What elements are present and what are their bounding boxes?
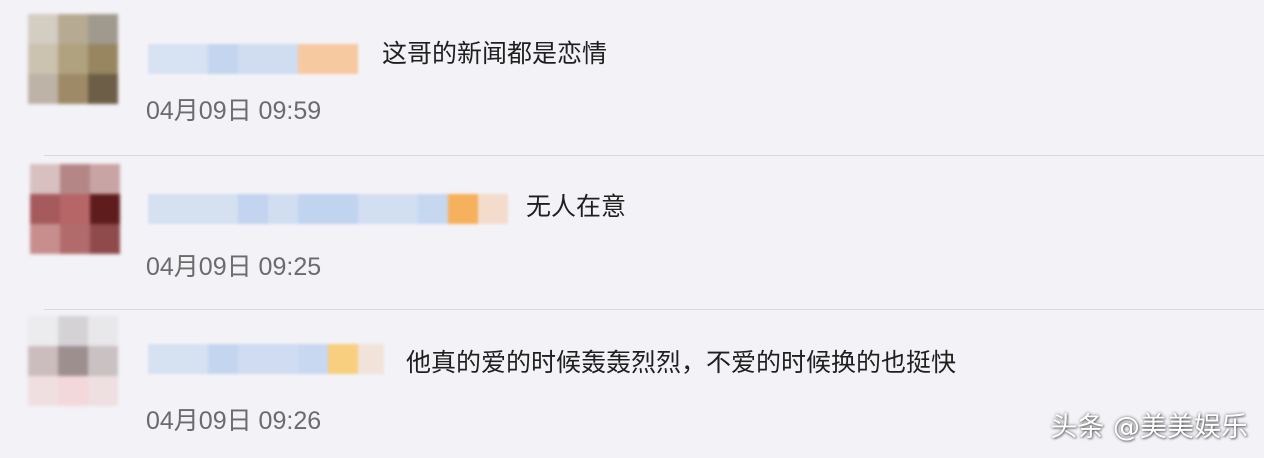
comment-text: 他真的爱的时候轰轰烈烈，不爱的时候换的也挺快 <box>406 348 957 377</box>
avatar-pixel <box>88 376 118 406</box>
avatar[interactable] <box>30 164 120 254</box>
name-blur-segment <box>478 194 508 224</box>
avatar-pixel <box>88 44 118 74</box>
name-blur-segment <box>358 194 418 224</box>
avatar-pixel <box>28 376 58 406</box>
avatar-pixel <box>90 194 120 224</box>
avatar-pixel <box>88 316 118 346</box>
avatar-pixel <box>90 164 120 194</box>
avatar-pixel <box>60 194 90 224</box>
avatar-pixel <box>58 14 88 44</box>
avatar-pixel <box>58 376 88 406</box>
avatar-pixel <box>88 346 118 376</box>
avatar-pixel <box>28 44 58 74</box>
avatar-pixel <box>28 316 58 346</box>
name-blur-segment <box>238 44 298 74</box>
name-blur-segment <box>298 44 358 74</box>
comment-timestamp: 04月09日 09:26 <box>146 407 322 435</box>
comment-text: 这哥的新闻都是恋情 <box>382 39 608 68</box>
avatar-pixel <box>58 316 88 346</box>
username-obscured[interactable] <box>148 344 384 374</box>
name-blur-segment <box>448 194 478 224</box>
username-obscured[interactable] <box>148 194 508 224</box>
avatar-pixel <box>90 224 120 254</box>
avatar-pixel <box>28 74 58 104</box>
name-blur-segment <box>148 194 238 224</box>
name-blur-segment <box>238 194 268 224</box>
name-blur-segment <box>298 194 358 224</box>
avatar[interactable] <box>28 316 118 406</box>
name-blur-segment <box>148 344 208 374</box>
comment-timestamp: 04月09日 09:25 <box>146 253 322 281</box>
comment-item: 这哥的新闻都是恋情 04月09日 09:59 <box>0 0 1264 156</box>
avatar-pixel <box>28 346 58 376</box>
avatar-pixel <box>30 164 60 194</box>
name-blur-segment <box>208 344 238 374</box>
name-blur-segment <box>238 344 298 374</box>
comment-text: 无人在意 <box>526 192 627 221</box>
avatar-pixel <box>28 14 58 44</box>
comment-timestamp: 04月09日 09:59 <box>146 97 322 125</box>
name-blur-segment <box>418 194 448 224</box>
name-blur-segment <box>208 44 238 74</box>
avatar-pixel <box>58 44 88 74</box>
watermark: 头条 @美美娱乐 <box>1050 412 1248 443</box>
avatar-pixel <box>88 14 118 44</box>
comment-item: 无人在意 04月09日 09:25 <box>0 156 1264 310</box>
avatar[interactable] <box>28 14 118 104</box>
name-blur-segment <box>148 44 208 74</box>
name-blur-segment <box>298 344 328 374</box>
name-blur-segment <box>268 194 298 224</box>
username-obscured[interactable] <box>148 44 358 74</box>
avatar-pixel <box>58 346 88 376</box>
avatar-pixel <box>88 74 118 104</box>
avatar-pixel <box>60 164 90 194</box>
name-blur-segment <box>328 344 358 374</box>
avatar-pixel <box>30 194 60 224</box>
avatar-pixel <box>58 74 88 104</box>
avatar-pixel <box>60 224 90 254</box>
name-blur-segment <box>358 344 384 374</box>
avatar-pixel <box>30 224 60 254</box>
